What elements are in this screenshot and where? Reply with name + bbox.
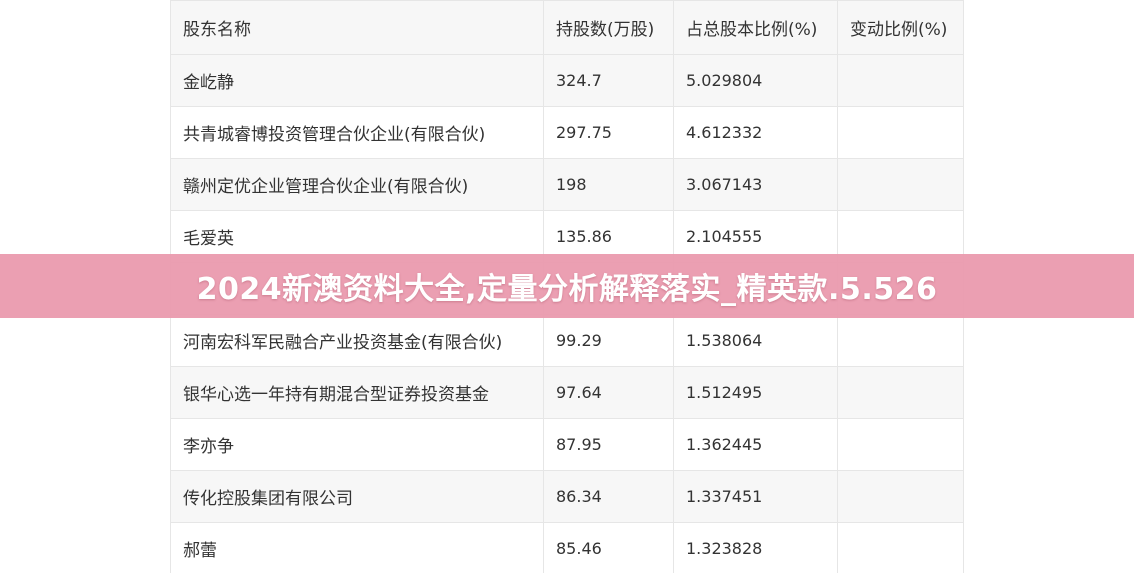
cell-share-ratio: 1.337451	[673, 470, 838, 523]
cell-shareholder-name: 传化控股集团有限公司	[170, 470, 544, 523]
cell-share-ratio: 3.067143	[673, 158, 838, 211]
page: 股东名称 持股数(万股) 占总股本比例(%) 变动比例(%) 金屹静 324.7…	[0, 0, 1134, 573]
table-row: 郝蕾 85.46 1.323828	[170, 522, 964, 573]
cell-shareholder-name: 李亦争	[170, 418, 544, 471]
table-row: 传化控股集团有限公司 86.34 1.337451	[170, 470, 964, 523]
header-change-ratio: 变动比例(%)	[837, 0, 964, 55]
cell-change-ratio	[837, 418, 964, 471]
cell-change-ratio	[837, 106, 964, 159]
cell-shares: 85.46	[543, 522, 674, 573]
table-row: 银华心选一年持有期混合型证券投资基金 97.64 1.512495	[170, 366, 964, 419]
cell-share-ratio: 1.323828	[673, 522, 838, 573]
table-row: 李亦争 87.95 1.362445	[170, 418, 964, 471]
title-banner: 2024新澳资料大全,定量分析解释落实_精英款.5.526	[0, 254, 1134, 318]
cell-change-ratio	[837, 366, 964, 419]
cell-shareholder-name: 赣州定优企业管理合伙企业(有限合伙)	[170, 158, 544, 211]
cell-shareholder-name: 银华心选一年持有期混合型证券投资基金	[170, 366, 544, 419]
cell-share-ratio: 4.612332	[673, 106, 838, 159]
table-header-row: 股东名称 持股数(万股) 占总股本比例(%) 变动比例(%)	[170, 0, 964, 55]
cell-change-ratio	[837, 158, 964, 211]
header-shareholder-name: 股东名称	[170, 0, 544, 55]
cell-change-ratio	[837, 470, 964, 523]
cell-shares: 86.34	[543, 470, 674, 523]
cell-shareholder-name: 河南宏科军民融合产业投资基金(有限合伙)	[170, 314, 544, 367]
table-row: 共青城睿博投资管理合伙企业(有限合伙) 297.75 4.612332	[170, 106, 964, 159]
cell-shares: 297.75	[543, 106, 674, 159]
header-shares: 持股数(万股)	[543, 0, 674, 55]
cell-shares: 99.29	[543, 314, 674, 367]
banner-title: 2024新澳资料大全,定量分析解释落实_精英款.5.526	[196, 272, 938, 307]
table-row: 河南宏科军民融合产业投资基金(有限合伙) 99.29 1.538064	[170, 314, 964, 367]
cell-change-ratio	[837, 314, 964, 367]
cell-share-ratio: 1.512495	[673, 366, 838, 419]
cell-shares: 198	[543, 158, 674, 211]
cell-shares: 324.7	[543, 54, 674, 107]
table-row: 赣州定优企业管理合伙企业(有限合伙) 198 3.067143	[170, 158, 964, 211]
cell-shares: 97.64	[543, 366, 674, 419]
table-row: 金屹静 324.7 5.029804	[170, 54, 964, 107]
cell-share-ratio: 5.029804	[673, 54, 838, 107]
cell-share-ratio: 1.538064	[673, 314, 838, 367]
cell-shareholder-name: 金屹静	[170, 54, 544, 107]
cell-change-ratio	[837, 54, 964, 107]
cell-share-ratio: 1.362445	[673, 418, 838, 471]
cell-shareholder-name: 共青城睿博投资管理合伙企业(有限合伙)	[170, 106, 544, 159]
cell-shares: 87.95	[543, 418, 674, 471]
cell-shareholder-name: 郝蕾	[170, 522, 544, 573]
header-share-ratio: 占总股本比例(%)	[673, 0, 838, 55]
cell-change-ratio	[837, 522, 964, 573]
